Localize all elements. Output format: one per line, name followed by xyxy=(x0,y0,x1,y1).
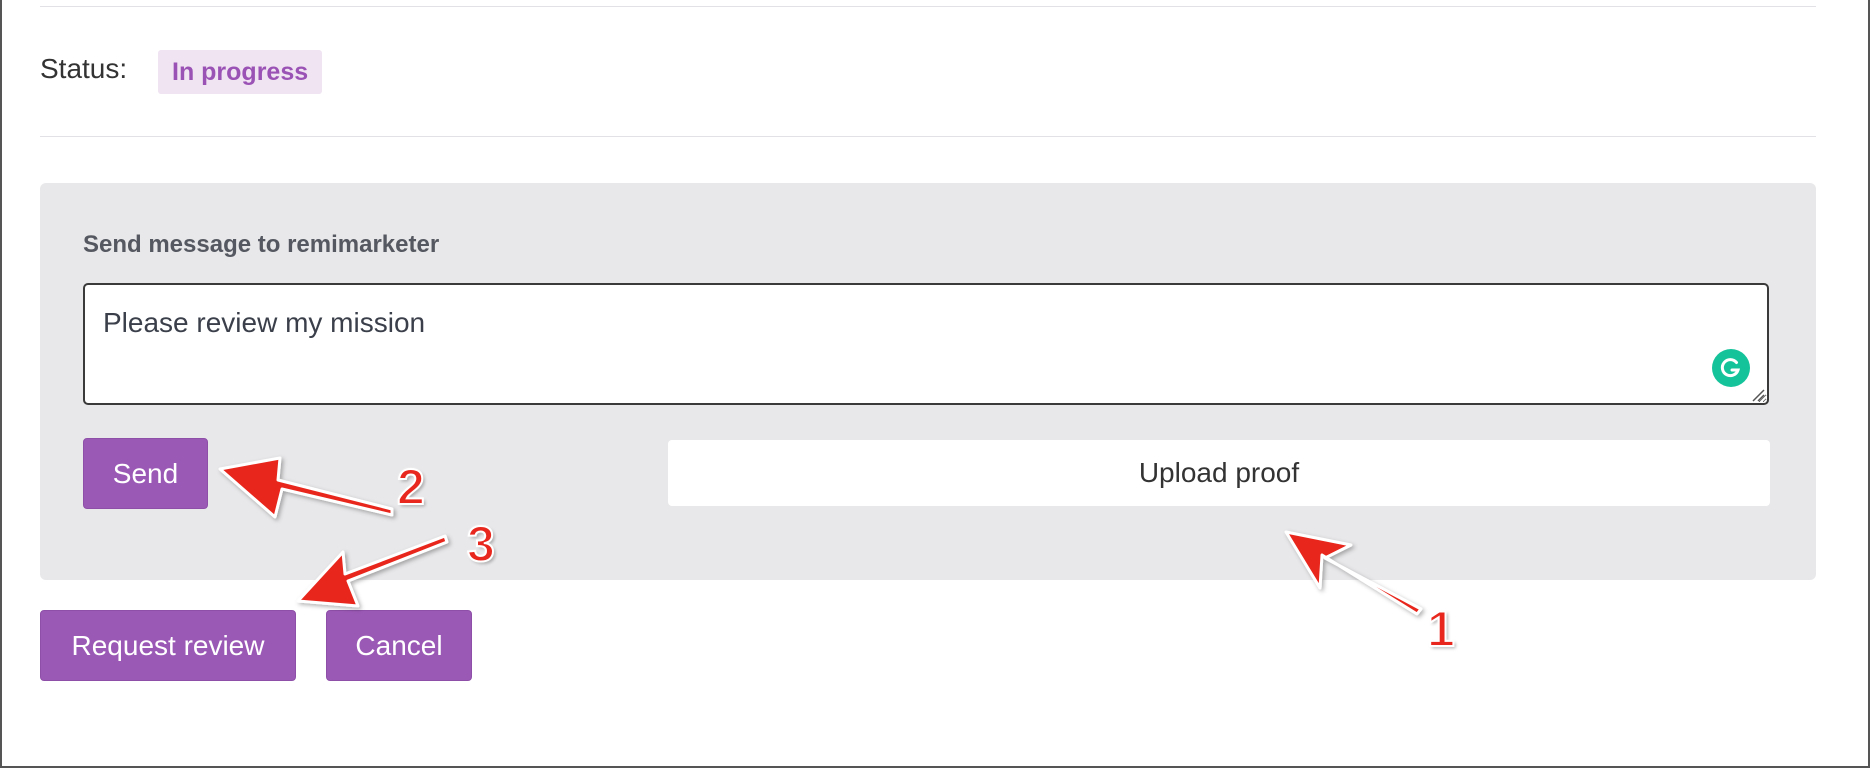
message-panel: Send message to remimarketer Please revi… xyxy=(40,183,1816,580)
status-label: Status: xyxy=(40,53,128,84)
request-review-button[interactable]: Request review xyxy=(40,610,296,681)
annotation-number-2: 2 xyxy=(396,458,426,516)
message-panel-title: Send message to remimarketer xyxy=(83,231,440,258)
section-divider xyxy=(40,136,1816,137)
annotation-number-3: 3 xyxy=(466,515,496,573)
resize-handle-icon[interactable] xyxy=(1751,388,1765,402)
status-badge: In progress xyxy=(158,50,323,94)
send-button[interactable]: Send xyxy=(83,438,208,509)
grammarly-icon[interactable] xyxy=(1712,349,1750,387)
upload-proof-button[interactable]: Upload proof xyxy=(668,440,1770,506)
annotation-number-1: 1 xyxy=(1426,600,1456,658)
cancel-button[interactable]: Cancel xyxy=(326,610,472,681)
top-divider xyxy=(40,6,1816,7)
message-input[interactable]: Please review my mission xyxy=(83,283,1769,405)
